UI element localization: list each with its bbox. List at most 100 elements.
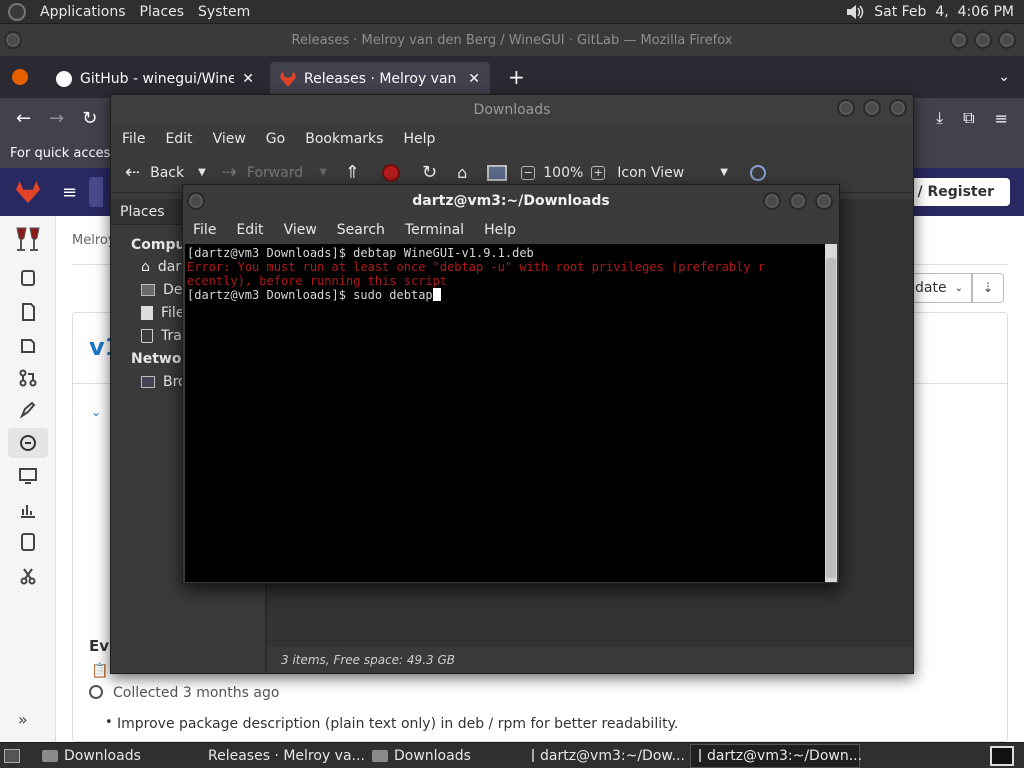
wiki-icon[interactable] bbox=[18, 532, 38, 552]
menu-go[interactable]: Go bbox=[266, 131, 285, 147]
terminal-icon bbox=[699, 749, 701, 762]
clipboard-icon[interactable]: 📋 bbox=[91, 663, 108, 679]
sort-direction-button[interactable]: ⇣ bbox=[972, 273, 1004, 303]
taskbar-label: Downloads bbox=[64, 747, 141, 764]
menu-edit[interactable]: Edit bbox=[236, 222, 263, 238]
taskbar-item-downloads-2[interactable]: Downloads bbox=[364, 744, 524, 768]
snippets-scissors-icon[interactable] bbox=[18, 566, 38, 586]
forward-arrow-icon[interactable]: ⇢ bbox=[222, 162, 237, 183]
menu-icon[interactable]: ≡ bbox=[62, 182, 77, 203]
window-menu-button[interactable] bbox=[187, 192, 205, 210]
deployments-icon[interactable] bbox=[8, 428, 48, 458]
forward-button[interactable]: Forward bbox=[247, 165, 303, 181]
chevron-down-icon[interactable]: ⌄ bbox=[91, 405, 101, 419]
forward-arrow-icon[interactable]: → bbox=[49, 108, 64, 129]
forward-history-dropdown[interactable]: ▼ bbox=[319, 167, 327, 178]
menu-file[interactable]: File bbox=[122, 131, 145, 147]
home-icon[interactable]: ⌂ bbox=[457, 163, 467, 182]
places-item-browse-network[interactable]: Bro bbox=[141, 374, 187, 390]
gitlab-logo-icon[interactable] bbox=[16, 181, 40, 203]
merge-requests-icon[interactable] bbox=[18, 368, 38, 388]
back-arrow-icon[interactable]: ← bbox=[16, 108, 31, 129]
zoom-out-icon[interactable]: − bbox=[521, 165, 536, 180]
reload-icon[interactable]: ↻ bbox=[82, 108, 97, 129]
new-tab-icon[interactable]: + bbox=[508, 65, 525, 89]
up-arrow-icon[interactable]: ⇑ bbox=[345, 162, 360, 183]
places-item-home[interactable]: ⌂ dar bbox=[141, 259, 181, 275]
zoom-in-icon[interactable]: + bbox=[591, 165, 606, 180]
workspace-switcher[interactable] bbox=[990, 745, 1014, 766]
maximize-button[interactable] bbox=[974, 31, 992, 49]
taskbar-item-firefox[interactable]: Releases · Melroy va... bbox=[194, 744, 365, 768]
scrollbar-thumb[interactable] bbox=[826, 258, 836, 578]
search-box-edge[interactable] bbox=[89, 177, 104, 207]
menu-view[interactable]: View bbox=[284, 222, 317, 238]
taskbar-item-downloads[interactable]: Downloads bbox=[34, 744, 194, 768]
terminal-icon bbox=[532, 749, 534, 762]
menu-edit[interactable]: Edit bbox=[165, 131, 192, 147]
firefox-view-icon[interactable] bbox=[12, 69, 28, 85]
zoom-level[interactable]: 100% bbox=[543, 165, 583, 181]
minimize-button[interactable] bbox=[837, 99, 855, 117]
close-icon[interactable]: ✕ bbox=[468, 71, 480, 87]
computer-icon[interactable] bbox=[487, 164, 508, 181]
minimize-button[interactable] bbox=[950, 31, 968, 49]
menu-help[interactable]: Help bbox=[484, 222, 516, 238]
sort-dropdown[interactable]: date ⌄ bbox=[908, 273, 972, 303]
terminal-scrollbar[interactable] bbox=[825, 244, 837, 582]
places-item-filesystem[interactable]: File bbox=[141, 305, 184, 321]
close-icon[interactable]: ✕ bbox=[242, 71, 254, 87]
status-bar: 3 items, Free space: 49.3 GB bbox=[267, 647, 913, 673]
maximize-button[interactable] bbox=[789, 192, 807, 210]
analytics-icon[interactable] bbox=[18, 500, 38, 520]
stop-icon[interactable] bbox=[382, 163, 400, 182]
bookmarks-hint: For quick access, bbox=[10, 145, 122, 161]
chevron-down-icon[interactable]: ▼ bbox=[720, 167, 728, 178]
tab-github[interactable]: GitHub - winegui/WineGUI: ✕ bbox=[46, 62, 264, 96]
collapse-sidebar-icon[interactable]: » bbox=[18, 710, 38, 730]
maximize-button[interactable] bbox=[863, 99, 881, 117]
places-menu[interactable]: Places bbox=[140, 4, 185, 20]
extensions-icon[interactable]: ⧉ bbox=[963, 108, 974, 128]
taskbar-item-terminal-active[interactable]: dartz@vm3:~/Down... bbox=[690, 743, 862, 768]
close-button[interactable] bbox=[998, 31, 1016, 49]
show-desktop-icon[interactable] bbox=[4, 748, 20, 763]
menu-help[interactable]: Help bbox=[403, 131, 435, 147]
hamburger-icon[interactable]: ≡ bbox=[995, 109, 1008, 128]
taskbar-item-terminal[interactable]: dartz@vm3:~/Dow... bbox=[524, 744, 690, 768]
ci-cd-rocket-icon[interactable] bbox=[18, 400, 38, 420]
menu-file[interactable]: File bbox=[193, 222, 216, 238]
places-item-trash[interactable]: Tra bbox=[141, 328, 182, 344]
window-menu-button[interactable] bbox=[4, 31, 22, 49]
back-history-dropdown[interactable]: ▼ bbox=[198, 167, 206, 178]
back-arrow-icon[interactable]: ⇠ bbox=[125, 162, 140, 183]
firefox-titlebar: Releases · Melroy van den Berg / WineGUI… bbox=[0, 24, 1024, 56]
changelog-item: Improve package description (plain text … bbox=[117, 716, 679, 732]
view-mode-select[interactable]: Icon View bbox=[617, 165, 684, 181]
search-icon[interactable] bbox=[749, 164, 766, 181]
project-info-icon[interactable] bbox=[18, 268, 38, 288]
repository-icon[interactable] bbox=[18, 302, 38, 322]
project-avatar[interactable] bbox=[12, 224, 44, 254]
menu-search[interactable]: Search bbox=[337, 222, 385, 238]
download-icon[interactable]: ⤓ bbox=[936, 108, 943, 128]
monitor-icon[interactable] bbox=[18, 466, 38, 486]
menu-view[interactable]: View bbox=[213, 131, 246, 147]
tab-releases[interactable]: Releases · Melroy van den Be ✕ bbox=[270, 62, 490, 96]
clock[interactable]: Sat Feb 4, 4:06 PM bbox=[874, 4, 1014, 20]
reload-icon[interactable]: ↻ bbox=[422, 162, 437, 183]
applications-menu[interactable]: Applications bbox=[40, 4, 126, 20]
minimize-button[interactable] bbox=[763, 192, 781, 210]
terminal-screen[interactable]: [dartz@vm3 Downloads]$ debtap WineGUI-v1… bbox=[185, 244, 827, 582]
system-menu[interactable]: System bbox=[198, 4, 250, 20]
close-button[interactable] bbox=[815, 192, 833, 210]
close-button[interactable] bbox=[889, 99, 907, 117]
menu-bookmarks[interactable]: Bookmarks bbox=[305, 131, 383, 147]
menu-terminal[interactable]: Terminal bbox=[405, 222, 464, 238]
tab-list-icon[interactable]: ⌄ bbox=[998, 69, 1010, 85]
breadcrumb[interactable]: Melroy bbox=[72, 233, 116, 248]
back-button[interactable]: Back bbox=[150, 165, 184, 181]
volume-icon[interactable] bbox=[844, 2, 866, 22]
gnome-foot-icon[interactable] bbox=[8, 2, 26, 21]
issues-icon[interactable] bbox=[18, 336, 38, 356]
